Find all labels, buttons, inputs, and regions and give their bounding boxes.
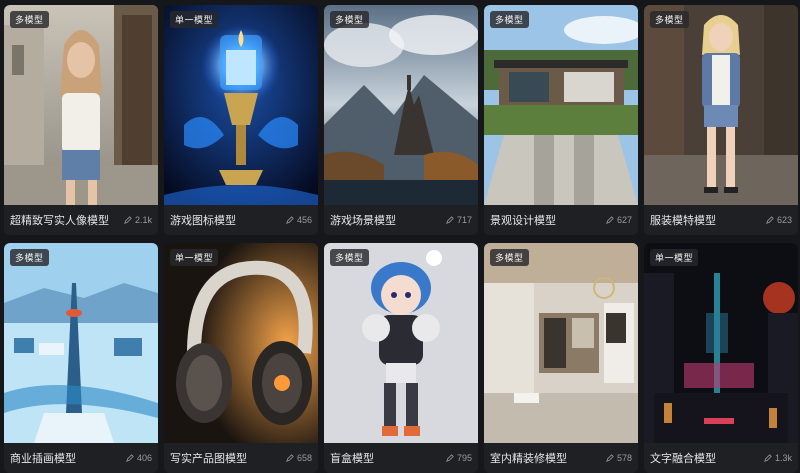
- model-title: 游戏图标模型: [170, 215, 236, 227]
- usage-count-value: 456: [296, 215, 312, 225]
- model-type-badge: 多模型: [330, 11, 369, 28]
- model-type-badge: 多模型: [10, 249, 49, 266]
- model-grid: 多模型 超精致写实人像模型 2.1k 单一模型 游戏图标模型 456 多模型 游…: [0, 0, 800, 473]
- usage-count: 658: [286, 453, 312, 463]
- usage-count-value: 717: [456, 215, 472, 225]
- usage-count: 795: [446, 453, 472, 463]
- pencil-icon: [286, 454, 294, 462]
- model-type-badge: 单一模型: [170, 249, 219, 266]
- card-thumbnail: 单一模型: [164, 243, 318, 443]
- card-thumbnail: 多模型: [484, 243, 638, 443]
- model-type-badge: 多模型: [10, 11, 49, 28]
- usage-count-value: 406: [136, 453, 152, 463]
- usage-count-value: 2.1k: [134, 215, 152, 225]
- card-thumbnail: 多模型: [4, 5, 158, 205]
- model-type-badge: 多模型: [650, 11, 689, 28]
- pencil-icon: [764, 454, 772, 462]
- usage-count-value: 1.3k: [774, 453, 792, 463]
- usage-count-value: 627: [616, 215, 632, 225]
- model-card[interactable]: 单一模型 游戏图标模型 456: [164, 5, 318, 235]
- usage-count-value: 658: [296, 453, 312, 463]
- model-card[interactable]: 多模型 室内精装修模型 578: [484, 243, 638, 473]
- model-title: 景观设计模型: [490, 215, 556, 227]
- pencil-icon: [446, 454, 454, 462]
- usage-count: 623: [766, 215, 792, 225]
- card-thumbnail: 多模型: [484, 5, 638, 205]
- usage-count-value: 578: [616, 453, 632, 463]
- usage-count-value: 795: [456, 453, 472, 463]
- pencil-icon: [606, 216, 614, 224]
- card-thumbnail: 单一模型: [644, 243, 798, 443]
- model-card[interactable]: 单一模型 写实产品图模型 658: [164, 243, 318, 473]
- model-card[interactable]: 多模型 景观设计模型 627: [484, 5, 638, 235]
- model-card[interactable]: 多模型 服装模特模型 623: [644, 5, 798, 235]
- usage-count: 2.1k: [124, 215, 152, 225]
- model-type-badge: 单一模型: [170, 11, 219, 28]
- pencil-icon: [606, 454, 614, 462]
- model-title: 游戏场景模型: [330, 215, 396, 227]
- usage-count: 578: [606, 453, 632, 463]
- card-thumbnail: 多模型: [324, 243, 478, 443]
- card-thumbnail: 单一模型: [164, 5, 318, 205]
- pencil-icon: [446, 216, 454, 224]
- usage-count-value: 623: [776, 215, 792, 225]
- model-title: 盲盒模型: [330, 453, 374, 465]
- model-type-badge: 多模型: [330, 249, 369, 266]
- card-thumbnail: 多模型: [4, 243, 158, 443]
- card-thumbnail: 多模型: [644, 5, 798, 205]
- card-thumbnail: 多模型: [324, 5, 478, 205]
- model-card[interactable]: 多模型 超精致写实人像模型 2.1k: [4, 5, 158, 235]
- model-card[interactable]: 多模型 盲盒模型 795: [324, 243, 478, 473]
- model-type-badge: 单一模型: [650, 249, 699, 266]
- model-card[interactable]: 多模型 商业插画模型 406: [4, 243, 158, 473]
- usage-count: 1.3k: [764, 453, 792, 463]
- model-title: 服装模特模型: [650, 215, 716, 227]
- pencil-icon: [766, 216, 774, 224]
- model-card[interactable]: 多模型 游戏场景模型 717: [324, 5, 478, 235]
- usage-count: 406: [126, 453, 152, 463]
- model-title: 文字融合模型: [650, 453, 716, 465]
- model-title: 室内精装修模型: [490, 453, 567, 465]
- model-title: 写实产品图模型: [170, 453, 247, 465]
- pencil-icon: [126, 454, 134, 462]
- usage-count: 627: [606, 215, 632, 225]
- model-type-badge: 多模型: [490, 11, 529, 28]
- pencil-icon: [286, 216, 294, 224]
- model-title: 超精致写实人像模型: [10, 215, 109, 227]
- usage-count: 717: [446, 215, 472, 225]
- model-type-badge: 多模型: [490, 249, 529, 266]
- usage-count: 456: [286, 215, 312, 225]
- pencil-icon: [124, 216, 132, 224]
- model-title: 商业插画模型: [10, 453, 76, 465]
- model-card[interactable]: 单一模型 文字融合模型 1.3k: [644, 243, 798, 473]
